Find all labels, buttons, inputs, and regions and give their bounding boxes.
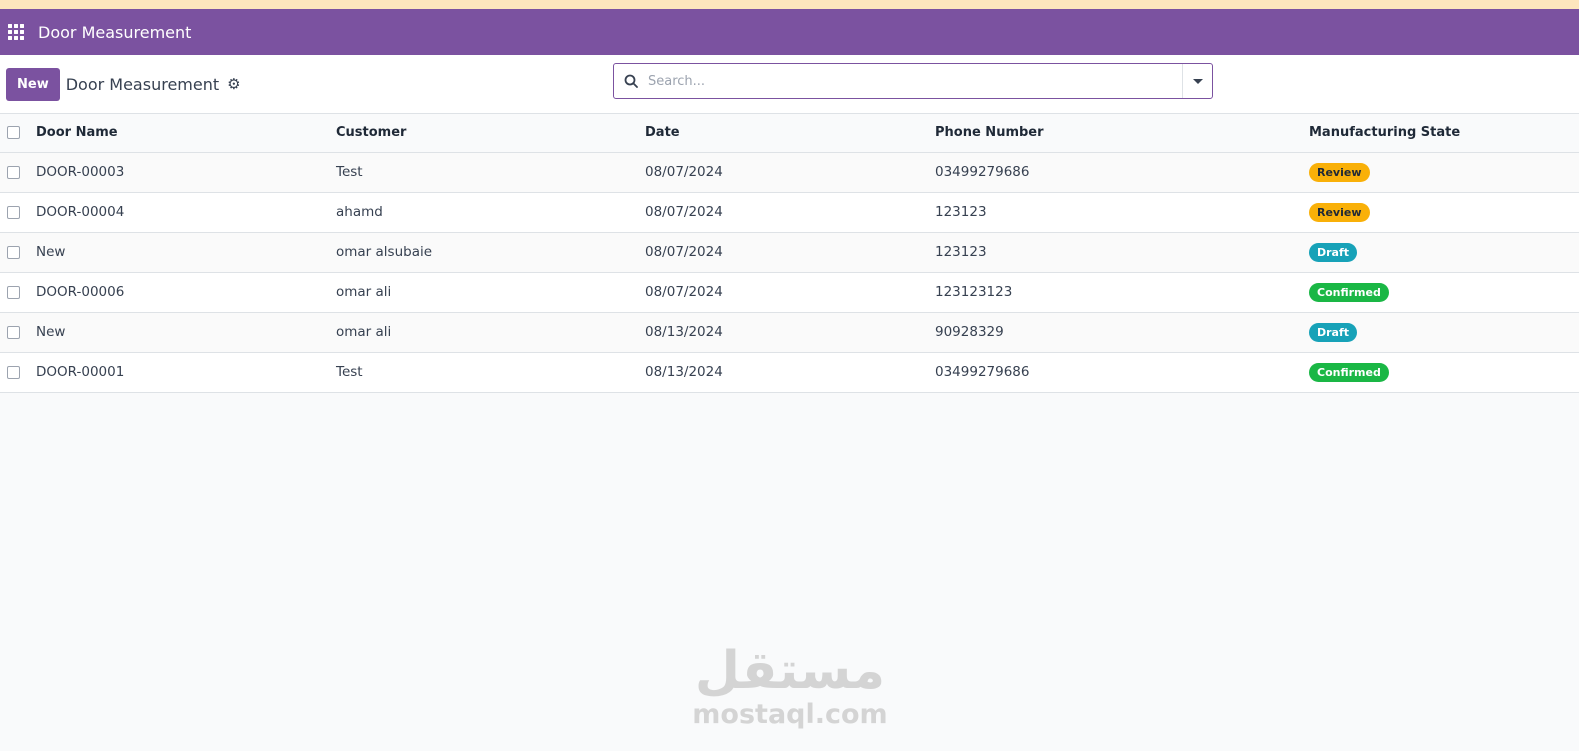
row-checkbox[interactable] (7, 325, 20, 339)
column-header-door-name[interactable]: Door Name (36, 114, 336, 153)
cell-date: 08/13/2024 (645, 364, 723, 380)
cell-phone: 03499279686 (935, 164, 1030, 180)
search-icon (614, 74, 648, 88)
top-navbar: Door Measurement (0, 9, 1579, 55)
cell-phone: 123123123 (935, 284, 1013, 300)
records-table: Door Name Customer Date Phone Number Man… (0, 114, 1579, 393)
status-badge: Draft (1309, 322, 1358, 342)
cell-phone: 03499279686 (935, 364, 1030, 380)
column-header-phone-number[interactable]: Phone Number (935, 114, 1309, 153)
table-row[interactable]: DOOR-00001 Test 08/13/2024 03499279686 C… (0, 352, 1579, 392)
cell-door-name: DOOR-00003 (36, 164, 125, 180)
row-checkbox[interactable] (7, 205, 20, 219)
table-row[interactable]: New omar ali 08/13/2024 90928329 Draft (0, 312, 1579, 352)
cell-door-name: New (36, 244, 66, 260)
cell-phone: 123123 (935, 244, 987, 260)
table-header-row: Door Name Customer Date Phone Number Man… (0, 114, 1579, 153)
search-input[interactable] (648, 64, 1182, 98)
table-row[interactable]: DOOR-00004 ahamd 08/07/2024 123123 Revie… (0, 192, 1579, 232)
column-header-manufacturing-state[interactable]: Manufacturing State (1309, 114, 1579, 153)
select-all-checkbox[interactable] (7, 126, 20, 140)
status-badge: Draft (1309, 242, 1358, 262)
column-header-date[interactable]: Date (645, 114, 935, 153)
new-button[interactable]: New (6, 67, 60, 101)
top-accent-strip (0, 0, 1579, 9)
app-title[interactable]: Door Measurement (38, 23, 191, 42)
cell-date: 08/07/2024 (645, 204, 723, 220)
gear-icon[interactable]: ⚙ (227, 76, 240, 92)
status-badge: Review (1309, 162, 1370, 182)
table-row[interactable]: DOOR-00003 Test 08/07/2024 03499279686 R… (0, 152, 1579, 192)
column-header-customer[interactable]: Customer (336, 114, 645, 153)
cell-phone: 90928329 (935, 324, 1004, 340)
page-title: Door Measurement (65, 74, 220, 94)
table-row[interactable]: DOOR-00006 omar ali 08/07/2024 123123123… (0, 272, 1579, 312)
row-checkbox[interactable] (7, 165, 20, 179)
status-badge: Confirmed (1309, 282, 1389, 302)
chevron-down-icon (1192, 78, 1203, 84)
cell-customer: Test (336, 164, 363, 180)
watermark-latin: mostaql.com (692, 699, 888, 730)
table-row[interactable]: New omar alsubaie 08/07/2024 123123 Draf… (0, 232, 1579, 272)
row-checkbox[interactable] (7, 365, 20, 379)
row-checkbox[interactable] (7, 285, 20, 299)
cell-customer: omar ali (336, 284, 392, 300)
cell-date: 08/13/2024 (645, 324, 723, 340)
cell-customer: omar alsubaie (336, 244, 433, 260)
cell-date: 08/07/2024 (645, 164, 723, 180)
cell-customer: ahamd (336, 204, 383, 220)
cell-customer: omar ali (336, 324, 392, 340)
cell-date: 08/07/2024 (645, 284, 723, 300)
search-bar (613, 63, 1213, 99)
cell-date: 08/07/2024 (645, 244, 723, 260)
apps-grid-icon[interactable] (8, 23, 25, 41)
search-options-toggle[interactable] (1182, 64, 1212, 98)
cell-door-name: DOOR-00006 (36, 284, 125, 300)
status-badge: Confirmed (1309, 362, 1389, 382)
control-panel: New Door Measurement ⚙ (0, 55, 1579, 114)
status-badge: Review (1309, 202, 1370, 222)
cell-phone: 123123 (935, 204, 987, 220)
row-checkbox[interactable] (7, 245, 20, 259)
watermark: مستقل mostaql.com (690, 642, 890, 730)
cell-door-name: New (36, 324, 66, 340)
cell-door-name: DOOR-00004 (36, 204, 125, 220)
watermark-arabic: مستقل (694, 641, 886, 701)
cell-customer: Test (336, 364, 363, 380)
cell-door-name: DOOR-00001 (36, 364, 125, 380)
